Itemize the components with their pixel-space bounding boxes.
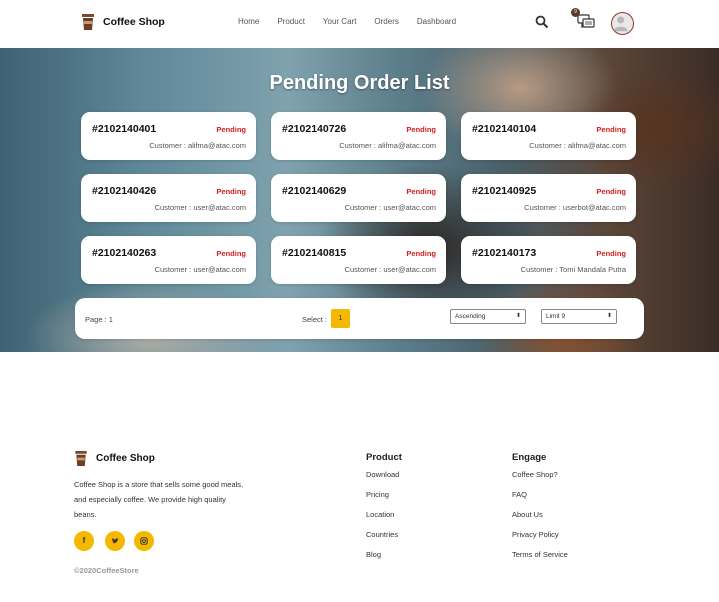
order-customer: Customer : Tomi Mandala Putra	[520, 265, 626, 274]
footer-product-column: Product Download Pricing Location Countr…	[366, 452, 402, 570]
user-icon	[613, 16, 628, 32]
order-id: #2102140173	[472, 247, 537, 259]
footer-product-title: Product	[366, 452, 402, 463]
footer-link-faq[interactable]: FAQ	[512, 490, 568, 499]
order-id: #2102140263	[92, 247, 157, 259]
order-card[interactable]: #2102140426 Pending Customer : user@atac…	[81, 174, 256, 222]
page-title: Pending Order List	[269, 72, 450, 94]
footer-link-pricing[interactable]: Pricing	[366, 490, 402, 499]
order-id: #2102140925	[472, 185, 537, 197]
footer-engage-column: Engage Coffee Shop? FAQ About Us Privacy…	[512, 452, 568, 570]
sort-order-value: Ascending	[455, 313, 486, 320]
instagram-glyph	[140, 537, 148, 545]
nav-links: Home Product Your Cart Orders Dashboard	[238, 17, 474, 26]
order-customer: Customer : user@atac.com	[344, 203, 436, 212]
page-indicator: Page : 1	[85, 315, 113, 324]
navbar: Coffee Shop Home Product Your Cart Order…	[0, 0, 719, 48]
instagram-icon[interactable]	[134, 531, 154, 551]
status-badge: Pending	[216, 187, 246, 196]
user-avatar[interactable]	[611, 12, 634, 35]
sort-order-select[interactable]: Ascending ⬍	[450, 309, 526, 324]
order-id: #2102140104	[472, 123, 537, 135]
order-card[interactable]: #2102140925 Pending Customer : userbot@a…	[461, 174, 636, 222]
nav-orders[interactable]: Orders	[374, 17, 398, 26]
order-card[interactable]: #2102140815 Pending Customer : user@atac…	[271, 236, 446, 284]
twitter-bird-glyph	[111, 538, 119, 544]
limit-select[interactable]: Limit 9 ⬍	[541, 309, 617, 324]
chat-icon[interactable]	[577, 13, 595, 31]
page-select-label: Select :	[302, 315, 328, 324]
footer-brand-name: Coffee Shop	[96, 453, 155, 464]
brand-name: Coffee Shop	[103, 16, 165, 28]
footer-link-download[interactable]: Download	[366, 470, 402, 479]
order-customer: Customer : alifma@atac.com	[339, 141, 436, 150]
brand-logo[interactable]: Coffee Shop	[81, 13, 165, 31]
order-id: #2102140426	[92, 185, 157, 197]
status-badge: Pending	[406, 249, 436, 258]
facebook-icon[interactable]: f	[74, 531, 94, 551]
status-badge: Pending	[596, 125, 626, 134]
order-id: #2102140726	[282, 123, 347, 135]
footer-link-terms[interactable]: Terms of Service	[512, 550, 568, 559]
chevron-updown-icon: ⬍	[606, 313, 612, 319]
footer-link-about-us[interactable]: About Us	[512, 510, 568, 519]
footer-link-countries[interactable]: Countries	[366, 530, 402, 539]
order-card[interactable]: #2102140263 Pending Customer : user@atac…	[81, 236, 256, 284]
status-badge: Pending	[596, 249, 626, 258]
coffee-cup-icon	[82, 14, 94, 30]
footer-link-privacy-policy[interactable]: Privacy Policy	[512, 530, 568, 539]
nav-dashboard[interactable]: Dashboard	[417, 17, 456, 26]
footer-engage-title: Engage	[512, 452, 547, 463]
order-card[interactable]: #2102140629 Pending Customer : user@atac…	[271, 174, 446, 222]
order-customer: Customer : user@atac.com	[154, 203, 246, 212]
order-customer: Customer : user@atac.com	[344, 265, 436, 274]
footer-description: Coffee Shop is a store that sells some g…	[74, 480, 244, 519]
order-card[interactable]: #2102140173 Pending Customer : Tomi Mand…	[461, 236, 636, 284]
twitter-icon[interactable]	[105, 531, 125, 551]
footer-link-coffee-shop[interactable]: Coffee Shop?	[512, 470, 568, 479]
footer-link-location[interactable]: Location	[366, 510, 402, 519]
status-badge: Pending	[596, 187, 626, 196]
footer-link-blog[interactable]: Blog	[366, 550, 402, 559]
limit-value: Limit 9	[546, 313, 566, 320]
footer-brand[interactable]: Coffee Shop	[74, 450, 155, 467]
page-button-1[interactable]: 1	[331, 309, 350, 328]
order-id: #2102140401	[92, 123, 157, 135]
status-badge: Pending	[216, 249, 246, 258]
coffee-cup-icon	[75, 450, 87, 467]
order-id: #2102140815	[282, 247, 347, 259]
order-card[interactable]: #2102140401 Pending Customer : alifma@at…	[81, 112, 256, 160]
nav-home[interactable]: Home	[238, 17, 259, 26]
order-id: #2102140629	[282, 185, 347, 197]
search-icon[interactable]	[535, 15, 549, 29]
order-customer: Customer : alifma@atac.com	[149, 141, 246, 150]
order-card[interactable]: #2102140104 Pending Customer : alifma@at…	[461, 112, 636, 160]
pagination-bar: Page : 1 Select : 1 Ascending ⬍ Limit 9 …	[75, 298, 644, 339]
footer-copyright: ©2020CoffeeStore	[74, 566, 139, 575]
order-customer: Customer : alifma@atac.com	[529, 141, 626, 150]
order-customer: Customer : userbot@atac.com	[524, 203, 626, 212]
nav-your-cart[interactable]: Your Cart	[323, 17, 357, 26]
order-card[interactable]: #2102140726 Pending Customer : alifma@at…	[271, 112, 446, 160]
status-badge: Pending	[406, 125, 436, 134]
chevron-updown-icon: ⬍	[515, 313, 521, 319]
nav-product[interactable]: Product	[277, 17, 305, 26]
chat-badge: 9	[571, 8, 580, 17]
order-customer: Customer : user@atac.com	[154, 265, 246, 274]
status-badge: Pending	[216, 125, 246, 134]
status-badge: Pending	[406, 187, 436, 196]
